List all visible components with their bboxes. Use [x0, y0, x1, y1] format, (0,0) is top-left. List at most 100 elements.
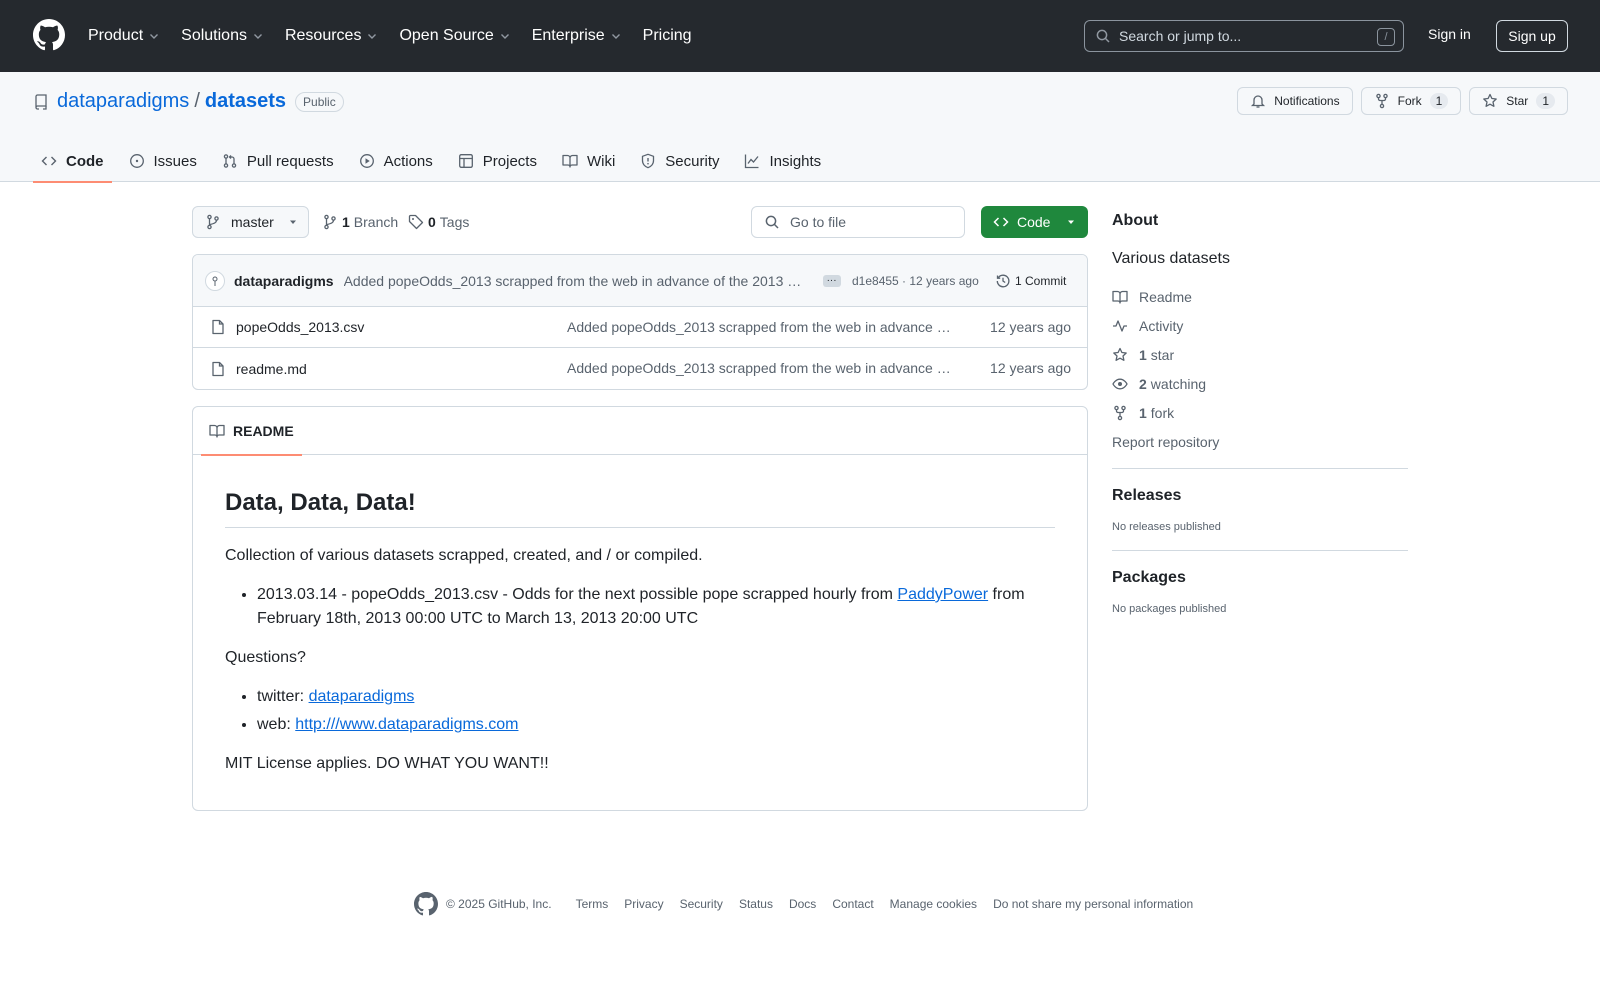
- history-icon: [995, 273, 1015, 289]
- tab-actions[interactable]: Actions: [351, 140, 441, 182]
- commit-author-link[interactable]: dataparadigms: [234, 273, 334, 289]
- visibility-badge: Public: [295, 91, 344, 112]
- shield-icon: [640, 153, 665, 169]
- branch-icon: [322, 214, 338, 230]
- book-icon: [209, 423, 233, 439]
- go-to-file-input[interactable]: Go to file: [751, 206, 965, 238]
- repo-name-link[interactable]: datasets: [205, 90, 286, 113]
- tab-security[interactable]: Security: [632, 140, 727, 182]
- file-commit-message[interactable]: Added popeOdds_2013 scrapped from the we…: [567, 319, 952, 335]
- list-item: 2013.03.14 - popeOdds_2013.csv - Odds fo…: [257, 583, 1055, 631]
- readme-tab-label: README: [233, 423, 294, 439]
- footer-link-do-not-share[interactable]: Do not share my personal information: [993, 897, 1193, 911]
- footer-link-status[interactable]: Status: [739, 897, 773, 911]
- commit-sha-time[interactable]: d1e8455 · 12 years ago: [852, 274, 979, 288]
- tab-code[interactable]: Code: [33, 140, 112, 183]
- code-dropdown-button[interactable]: Code: [981, 206, 1088, 238]
- paddypower-link[interactable]: PaddyPower: [897, 586, 988, 603]
- repo-owner-link[interactable]: dataparadigms: [57, 90, 189, 113]
- branches-link[interactable]: 1 Branch: [322, 214, 398, 230]
- eye-icon: [1112, 376, 1139, 392]
- star-button[interactable]: Star 1: [1469, 87, 1568, 115]
- repo-header: dataparadigms / datasets Public Notifica…: [0, 72, 1600, 183]
- latest-commit-row: dataparadigms Added popeOdds_2013 scrapp…: [193, 255, 1087, 307]
- packages-title[interactable]: Packages: [1112, 569, 1408, 587]
- play-icon: [359, 153, 384, 169]
- footer-link-manage-cookies[interactable]: Manage cookies: [890, 897, 977, 911]
- file-name-link[interactable]: readme.md: [236, 361, 307, 377]
- website-link[interactable]: http:///www.dataparadigms.com: [295, 716, 518, 733]
- nav-pricing[interactable]: Pricing: [643, 27, 692, 45]
- branch-name: master: [231, 214, 274, 230]
- issue-opened-icon: [129, 153, 154, 169]
- commits-link[interactable]: 1 Commit: [995, 273, 1066, 289]
- readme-license: MIT License applies. DO WHAT YOU WANT!!: [225, 755, 549, 772]
- github-mark-icon[interactable]: [414, 892, 438, 916]
- bell-icon: [1250, 93, 1274, 109]
- releases-title[interactable]: Releases: [1112, 487, 1408, 505]
- item-text: twitter:: [257, 688, 309, 705]
- avatar[interactable]: [205, 270, 225, 291]
- tab-wiki[interactable]: Wiki: [554, 140, 623, 182]
- tab-issues[interactable]: Issues: [121, 140, 205, 182]
- github-logo-icon[interactable]: [33, 19, 65, 51]
- readme-link[interactable]: Readme: [1112, 282, 1408, 311]
- ellipsis-icon[interactable]: ···: [822, 274, 841, 287]
- forks-count: 1: [1139, 404, 1147, 421]
- item-text: web:: [257, 716, 296, 733]
- footer-copyright: © 2025 GitHub, Inc.: [446, 897, 552, 911]
- tab-projects[interactable]: Projects: [450, 140, 545, 182]
- caret-down-icon: [288, 217, 298, 227]
- stars-label: star: [1150, 346, 1175, 363]
- chevron-down-icon: [610, 30, 622, 42]
- notifications-label: Notifications: [1274, 94, 1340, 108]
- chevron-down-icon: [366, 30, 378, 42]
- search-input[interactable]: Search or jump to... /: [1084, 20, 1404, 52]
- branch-selector[interactable]: master: [192, 206, 309, 238]
- sign-up-button[interactable]: Sign up: [1496, 20, 1568, 52]
- footer-link-terms[interactable]: Terms: [576, 897, 609, 911]
- about-links: Readme Activity 1 star 2 watching 1 fork…: [1112, 282, 1408, 456]
- file-icon: [210, 361, 226, 377]
- readme-panel: README Data, Data, Data! Collection of v…: [192, 406, 1088, 811]
- file-name-link[interactable]: popeOdds_2013.csv: [236, 319, 364, 335]
- sign-in-link[interactable]: Sign in: [1428, 26, 1471, 42]
- footer-link-contact[interactable]: Contact: [832, 897, 873, 911]
- commit-message-link[interactable]: Added popeOdds_2013 scrapped from the we…: [344, 273, 809, 289]
- list-item: twitter: dataparadigms: [257, 685, 1055, 709]
- notifications-button[interactable]: Notifications: [1237, 87, 1353, 115]
- chevron-down-icon: [252, 30, 264, 42]
- forks-link[interactable]: 1 fork: [1112, 398, 1408, 427]
- nav-label: Pricing: [642, 27, 692, 44]
- nav-product[interactable]: Product: [88, 27, 160, 45]
- footer-link-docs[interactable]: Docs: [789, 897, 816, 911]
- branch-icon: [205, 214, 221, 230]
- tab-insights[interactable]: Insights: [736, 140, 829, 182]
- tab-label: Code: [66, 152, 104, 170]
- divider: [1112, 468, 1408, 469]
- tab-readme[interactable]: README: [201, 407, 302, 456]
- repo-main: master 1 Branch 0 Tags Go to file Code d…: [192, 206, 1088, 811]
- twitter-link[interactable]: dataparadigms: [309, 688, 415, 705]
- global-nav: Product Solutions Resources Open Source …: [88, 0, 713, 72]
- tab-pull-requests[interactable]: Pull requests: [214, 140, 342, 182]
- stars-link[interactable]: 1 star: [1112, 340, 1408, 369]
- tab-label: Actions: [383, 152, 433, 170]
- tab-label: Projects: [482, 152, 537, 170]
- code-icon: [41, 153, 66, 169]
- nav-open-source[interactable]: Open Source: [399, 27, 510, 45]
- footer-link-security[interactable]: Security: [680, 897, 723, 911]
- watchers-link[interactable]: 2 watching: [1112, 369, 1408, 398]
- nav-resources[interactable]: Resources: [285, 27, 378, 45]
- report-repository-link[interactable]: Report repository: [1112, 427, 1408, 456]
- fork-button[interactable]: Fork 1: [1360, 87, 1462, 115]
- file-commit-message[interactable]: Added popeOdds_2013 scrapped from the we…: [567, 360, 952, 376]
- nav-solutions[interactable]: Solutions: [181, 27, 264, 45]
- footer-link-privacy[interactable]: Privacy: [624, 897, 663, 911]
- tags-link[interactable]: 0 Tags: [408, 214, 469, 230]
- activity-link[interactable]: Activity: [1112, 311, 1408, 340]
- nav-enterprise[interactable]: Enterprise: [532, 27, 622, 45]
- repo-title: dataparadigms / datasets Public: [33, 90, 344, 113]
- watching-label: watching: [1150, 375, 1207, 392]
- branch-count: 1: [342, 214, 350, 230]
